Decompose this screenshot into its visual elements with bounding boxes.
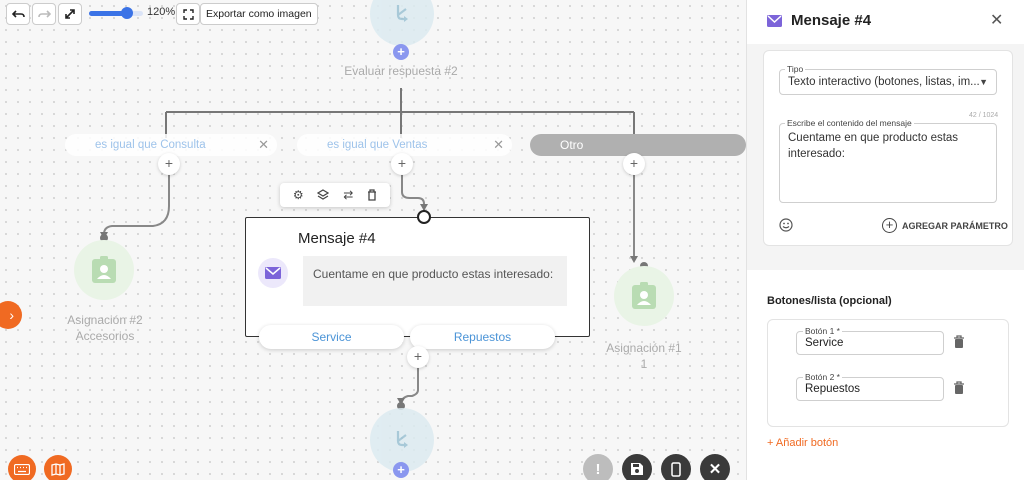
condition-label: Otro: [560, 138, 584, 152]
option-button-repuestos[interactable]: Repuestos: [410, 325, 555, 349]
flow-canvas[interactable]: 120% Exportar como imagen + Evaluar resp…: [0, 0, 746, 480]
message-content-textarea[interactable]: Cuentame en que producto estas interesad…: [779, 123, 997, 203]
map-icon: [51, 462, 65, 476]
smiley-icon: [779, 218, 793, 232]
branch-icon: [396, 431, 408, 448]
condition-label: es igual que Ventas: [327, 139, 428, 151]
add-node-button[interactable]: +: [391, 153, 413, 175]
close-icon: ✕: [708, 461, 722, 478]
remove-condition-button[interactable]: ✕: [493, 134, 504, 156]
add-parameter-label: AGREGAR PARÁMETRO: [902, 220, 1008, 231]
panel-title: Mensaje #4: [791, 12, 872, 29]
input-handle[interactable]: [417, 210, 431, 224]
redo-icon: [37, 9, 51, 18]
message-icon-badge: [258, 258, 288, 288]
layers-icon[interactable]: [317, 189, 330, 201]
close-panel-button[interactable]: ✕: [990, 10, 1003, 30]
emoji-picker-button[interactable]: [779, 218, 793, 235]
button-2-label: Botón 2 *: [803, 372, 842, 382]
message-node-title: Mensaje #4: [298, 230, 376, 247]
node-toolbar: ⚙ ⇄: [280, 183, 390, 207]
add-parameter-button[interactable]: + AGREGAR PARÁMETRO: [882, 218, 1008, 233]
remove-condition-button[interactable]: ✕: [258, 134, 269, 156]
save-icon: [631, 463, 643, 475]
properties-panel: Mensaje #4 ✕ Texto interactivo (botones,…: [746, 0, 1024, 480]
contact-card-icon: [632, 282, 656, 309]
export-image-button[interactable]: Exportar como imagen: [200, 3, 318, 25]
envelope-icon: [265, 267, 281, 279]
map-button[interactable]: [44, 455, 72, 480]
expand-button[interactable]: [58, 3, 82, 25]
button-1-label: Botón 1 *: [803, 326, 842, 336]
keyboard-icon: [14, 463, 30, 475]
buttons-section-title: Botones/lista (opcional): [767, 295, 892, 307]
assignment-node-left[interactable]: [74, 240, 134, 300]
mobile-preview-button[interactable]: [661, 454, 691, 480]
alert-button[interactable]: !: [583, 454, 613, 480]
expand-icon: [65, 9, 75, 19]
assignment-right-name: Asignación #1: [606, 341, 682, 355]
assignment-right-sub: 1: [640, 357, 648, 371]
add-node-button[interactable]: +: [393, 462, 409, 478]
save-button[interactable]: [622, 454, 652, 480]
add-node-button[interactable]: +: [393, 44, 409, 60]
zoom-slider-handle[interactable]: [121, 7, 133, 19]
plus-circle-icon: +: [882, 218, 897, 233]
envelope-icon: [767, 15, 782, 27]
panel-header: Mensaje #4 ✕: [747, 0, 1024, 44]
keyboard-button[interactable]: [8, 455, 36, 480]
close-flow-button[interactable]: ✕: [700, 454, 730, 480]
trash-icon[interactable]: [953, 335, 965, 349]
assignment-left-name: Asignación #2: [67, 313, 143, 327]
assignment-node-right[interactable]: [614, 266, 674, 326]
message-node[interactable]: Mensaje #4 Cuentame en que producto esta…: [245, 217, 590, 337]
type-select-value: Texto interactivo (botones, listas, im..…: [788, 76, 980, 88]
trash-icon[interactable]: [953, 381, 965, 395]
message-node-text: Cuentame en que producto estas interesad…: [303, 256, 567, 306]
assignment-left-sub: Accesorios: [75, 329, 135, 343]
zoom-level: 120%: [147, 6, 176, 18]
condition-label: es igual que Consulta: [95, 139, 206, 151]
gear-icon[interactable]: ⚙: [293, 188, 304, 202]
add-node-button[interactable]: +: [407, 346, 429, 368]
mobile-preview-icon: [671, 461, 681, 477]
contact-card-icon: [92, 256, 116, 283]
character-counter: 42 / 1024: [969, 112, 999, 119]
condition-otro[interactable]: Otro: [530, 134, 746, 156]
type-select[interactable]: Texto interactivo (botones, listas, im..…: [779, 69, 997, 95]
undo-icon: [11, 9, 25, 18]
chevron-down-icon: ▼: [979, 77, 988, 87]
evaluate-node-label: Evaluar respuesta #2: [344, 64, 458, 78]
add-node-button[interactable]: +: [158, 153, 180, 175]
redo-button[interactable]: [32, 3, 56, 25]
add-button-link[interactable]: + Añadir botón: [767, 437, 838, 449]
fit-screen-icon: [182, 8, 194, 20]
trash-icon[interactable]: [367, 189, 377, 201]
assignment-left-label: Asignación #2 Accesorios: [55, 312, 155, 344]
undo-button[interactable]: [6, 3, 30, 25]
type-label: Tipo: [785, 64, 806, 74]
add-node-button[interactable]: +: [623, 153, 645, 175]
zoom-slider[interactable]: [89, 7, 143, 19]
content-label: Escribe el contenido del mensaje: [785, 118, 914, 128]
assignment-right-label: Asignación #1 1: [594, 340, 694, 372]
swap-icon[interactable]: ⇄: [343, 188, 353, 202]
option-button-service[interactable]: Service: [259, 325, 404, 349]
branch-icon: [396, 5, 408, 22]
alert-icon: !: [595, 460, 601, 478]
fit-screen-button[interactable]: [176, 3, 200, 25]
